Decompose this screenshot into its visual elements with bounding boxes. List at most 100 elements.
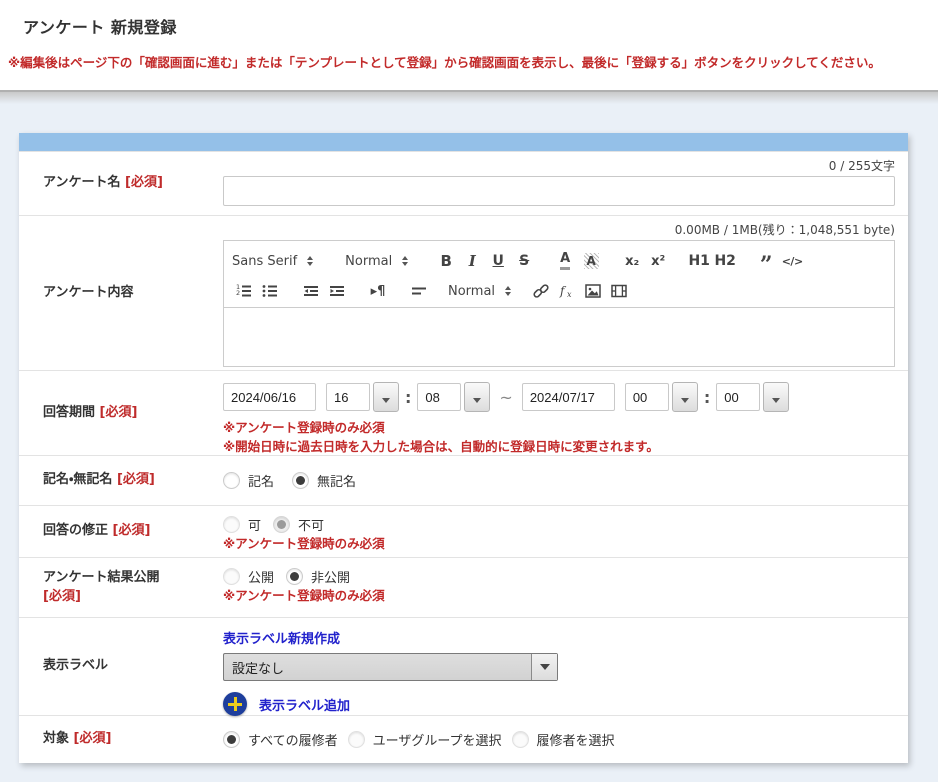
required-badge: [必須] <box>125 175 163 190</box>
survey-name-input[interactable] <box>223 176 895 206</box>
svg-text:x: x <box>567 290 572 299</box>
period-tilde: ~ <box>499 388 512 407</box>
chevron-down-icon <box>382 398 390 403</box>
survey-content-label: アンケート内容 <box>19 216 223 370</box>
required-badge: [必須] <box>43 588 223 607</box>
ordered-list-icon[interactable]: 12 <box>232 279 256 303</box>
subscript-icon[interactable]: x₂ <box>620 249 644 273</box>
radio-user-group[interactable] <box>348 731 365 748</box>
radio-all-students[interactable] <box>223 731 240 748</box>
start-hour-input[interactable] <box>326 383 370 411</box>
period-note-1: ※アンケート登録時のみ必須 <box>223 418 895 437</box>
row-answer-period: 回答期間 [必須] : ~ <box>19 370 908 455</box>
plus-icon[interactable] <box>223 692 247 716</box>
image-icon[interactable] <box>581 279 605 303</box>
display-label-select[interactable]: 設定なし <box>223 653 558 681</box>
size-picker[interactable]: Normal <box>345 254 408 269</box>
updown-arrows-icon <box>505 286 511 296</box>
start-minute-dropdown-button[interactable] <box>464 382 490 412</box>
chevron-down-icon <box>772 398 780 403</box>
rich-text-editor: Sans Serif Normal B I <box>223 240 895 367</box>
answer-period-label: 回答期間 [必須] <box>19 371 223 455</box>
header-2-icon[interactable]: H2 <box>713 249 737 273</box>
row-target: 対象 [必須] すべての履修者 ユーザグループを選択 履修者を選択 <box>19 715 908 763</box>
modify-label: 回答の修正 [必須] <box>19 506 223 557</box>
page-title: アンケート 新規登録 <box>0 10 938 38</box>
bullet-list-icon[interactable] <box>258 279 282 303</box>
end-minute-dropdown-button[interactable] <box>763 382 789 412</box>
named-label: 記名・無記名 [必須] <box>19 456 223 505</box>
period-note-2: ※開始日時に過去日時を入力した場合は、自動的に登録日時に変更されます。 <box>223 437 895 456</box>
background-color-icon[interactable]: A <box>584 253 599 269</box>
strike-icon[interactable]: S <box>512 249 536 273</box>
radio-select-students[interactable] <box>512 731 529 748</box>
font-picker[interactable]: Sans Serif <box>232 254 313 269</box>
svg-text:2: 2 <box>236 289 240 297</box>
end-minute-input[interactable] <box>716 383 760 411</box>
select-value: 設定なし <box>224 654 531 680</box>
editor-content-area[interactable] <box>224 308 894 366</box>
text-direction-icon[interactable]: ▸¶ <box>366 279 390 303</box>
chevron-down-icon <box>681 398 689 403</box>
start-hour-dropdown-button[interactable] <box>373 382 399 412</box>
link-icon[interactable] <box>529 279 553 303</box>
select-dropdown-button[interactable] <box>531 654 557 680</box>
underline-icon[interactable]: U <box>486 249 510 273</box>
required-badge: [必須] <box>100 405 138 420</box>
start-date-input[interactable] <box>223 383 316 411</box>
page-header: アンケート 新規登録 ※編集後はページ下の「確認画面に進む」または「テンプレート… <box>0 0 938 90</box>
blockquote-icon[interactable]: ” <box>754 249 778 273</box>
row-display-label: 表示ラベル 表示ラベル新規作成 設定なし 表示ラベル追加 <box>19 617 908 715</box>
time-colon: : <box>405 388 411 407</box>
form-header-bar <box>19 133 908 151</box>
row-survey-name: アンケート名 [必須] 0 / 255文字 <box>19 151 908 215</box>
main-area: アンケート名 [必須] 0 / 255文字 アンケート内容 0.00MB / 1… <box>0 104 938 763</box>
lineheight-picker[interactable]: Normal <box>448 284 511 299</box>
code-block-icon[interactable]: </> <box>780 249 804 273</box>
chevron-down-icon <box>473 398 481 403</box>
page-instruction: ※編集後はページ下の「確認画面に進む」または「テンプレートとして登録」から確認画… <box>0 38 938 71</box>
radio-modify-not-allowed[interactable] <box>273 516 290 533</box>
required-badge: [必須] <box>117 472 155 487</box>
time-colon: : <box>704 388 710 407</box>
updown-arrows-icon <box>307 256 313 266</box>
video-icon[interactable] <box>607 279 631 303</box>
name-char-counter: 0 / 255文字 <box>223 152 895 174</box>
editor-toolbar: Sans Serif Normal B I <box>224 241 894 308</box>
radio-named[interactable] <box>223 472 240 489</box>
superscript-icon[interactable]: x² <box>646 249 670 273</box>
svg-text:f: f <box>559 284 567 298</box>
add-label-link[interactable]: 表示ラベル追加 <box>259 695 350 714</box>
outdent-icon[interactable] <box>299 279 323 303</box>
header-shadow <box>0 92 938 104</box>
row-result-publish: アンケート結果公開 [必須] 公開 非公開 ※アンケート登録時のみ必須 <box>19 557 908 617</box>
radio-publish[interactable] <box>223 568 240 585</box>
header-1-icon[interactable]: H1 <box>687 249 711 273</box>
required-badge: [必須] <box>113 523 151 538</box>
formula-icon[interactable]: fx <box>555 279 579 303</box>
row-survey-content: アンケート内容 0.00MB / 1MB(残り：1,048,551 byte) … <box>19 215 908 370</box>
publish-label: アンケート結果公開 [必須] <box>19 558 223 617</box>
text-color-icon[interactable]: A <box>560 252 570 269</box>
end-hour-input[interactable] <box>625 383 669 411</box>
bold-icon[interactable]: B <box>434 249 458 273</box>
create-label-link[interactable]: 表示ラベル新規作成 <box>223 618 340 647</box>
start-minute-input[interactable] <box>417 383 461 411</box>
radio-not-publish[interactable] <box>286 568 303 585</box>
required-badge: [必須] <box>74 731 112 746</box>
align-icon[interactable] <box>407 279 431 303</box>
italic-icon[interactable]: I <box>460 249 484 273</box>
row-named-anonymous: 記名・無記名 [必須] 記名 無記名 <box>19 455 908 505</box>
end-hour-dropdown-button[interactable] <box>672 382 698 412</box>
survey-form-card: アンケート名 [必須] 0 / 255文字 アンケート内容 0.00MB / 1… <box>19 133 908 763</box>
content-size-counter: 0.00MB / 1MB(残り：1,048,551 byte) <box>223 216 895 238</box>
modify-note: ※アンケート登録時のみ必須 <box>223 534 895 553</box>
indent-icon[interactable] <box>325 279 349 303</box>
updown-arrows-icon <box>402 256 408 266</box>
target-label: 対象 [必須] <box>19 716 223 763</box>
end-date-input[interactable] <box>522 383 615 411</box>
radio-anonymous[interactable] <box>292 472 309 489</box>
row-answer-modify: 回答の修正 [必須] 可 不可 ※アンケート登録時のみ必須 <box>19 505 908 557</box>
radio-modify-allowed[interactable] <box>223 516 240 533</box>
publish-note: ※アンケート登録時のみ必須 <box>223 586 895 605</box>
